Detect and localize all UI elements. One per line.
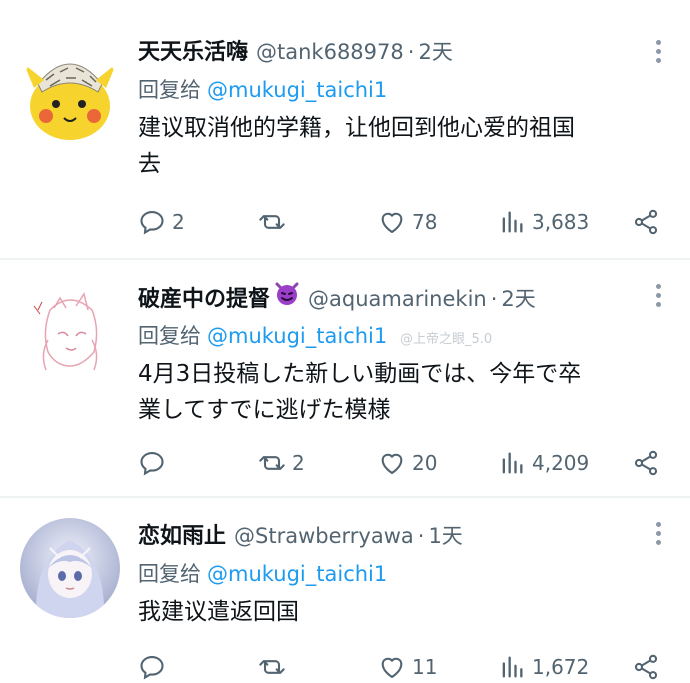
share-button[interactable] (632, 650, 660, 683)
separator-dot: · (407, 40, 415, 64)
reply-mention-link[interactable]: @mukugi_taichi1 (207, 78, 387, 102)
reply-context: 回复给 @mukugi_taichi1 @上帝之眼_5.0 (138, 320, 662, 352)
retweet-icon (259, 660, 285, 674)
tweet-text-line: 業してすでに逃げた模様 (138, 397, 391, 423)
more-icon[interactable] (654, 284, 662, 314)
tweet-text-line: 我建议遣返回国 (138, 599, 299, 625)
reply-feed: 天天乐活嗨 @tank688978 · 2天 回复给 @mukugi_taichi… (0, 0, 690, 683)
action-bar: 11 1,672 (138, 650, 660, 683)
avatar[interactable] (20, 280, 120, 380)
views-icon (502, 656, 523, 678)
views-icon (502, 452, 523, 474)
like-count: 78 (412, 210, 438, 234)
reply-icon (140, 656, 164, 680)
share-button[interactable] (632, 205, 660, 239)
views-button[interactable]: 3,683 (498, 205, 589, 239)
separator-dot: · (417, 524, 425, 548)
anime-girl-avatar-icon (20, 518, 120, 618)
timestamp[interactable]: 1天 (428, 520, 462, 550)
retweet-button[interactable] (258, 205, 292, 239)
reply-prefix: 回复给 (138, 78, 201, 102)
tweet-text: 4月3日投稿した新しい動画では、今年で卒 業してすでに逃げた模様 (138, 356, 662, 428)
avatar[interactable] (20, 44, 120, 144)
view-count: 1,672 (532, 655, 590, 679)
like-count: 11 (412, 655, 438, 679)
tweet-text: 我建议遣返回国 (138, 594, 662, 630)
share-icon (634, 209, 658, 235)
retweet-icon (259, 215, 285, 229)
share-button[interactable] (632, 446, 660, 480)
views-button[interactable]: 1,672 (498, 650, 589, 683)
action-bar: 2 78 3,683 (138, 205, 660, 239)
tweet-text-line: 4月3日投稿した新しい動画では、今年で卒 (138, 361, 582, 387)
smiling-devil-emoji-icon (275, 282, 299, 305)
user-handle[interactable]: @tank688978 (256, 40, 404, 64)
views-icon (502, 211, 523, 233)
user-handle[interactable]: @aquamarinekin (308, 287, 487, 311)
reply-prefix: 回复给 (138, 324, 201, 348)
retweet-button[interactable]: 2 (258, 446, 305, 480)
share-icon (634, 450, 658, 476)
anime-sketch-avatar-icon (20, 280, 120, 380)
reply-mention-link[interactable]: @mukugi_taichi1 (207, 562, 387, 586)
like-count: 20 (412, 451, 438, 475)
display-name[interactable]: 天天乐活嗨 (138, 34, 248, 66)
like-button[interactable]: 20 (378, 446, 437, 480)
reply-context: 回复给 @mukugi_taichi1 (138, 74, 662, 106)
tweet-text: 建议取消他的学籍，让他回到他心爱的祖国 去 (138, 110, 662, 182)
timestamp[interactable]: 2天 (501, 283, 535, 313)
pikachu-hat-avatar-icon (20, 44, 120, 144)
more-icon[interactable] (654, 40, 662, 70)
retweet-count: 2 (292, 451, 305, 475)
reply-prefix: 回复给 (138, 562, 201, 586)
views-button[interactable]: 4,209 (498, 446, 589, 480)
share-icon (634, 654, 658, 680)
reply-context: 回复给 @mukugi_taichi1 (138, 558, 662, 590)
timestamp[interactable]: 2天 (418, 36, 452, 66)
tweet-1[interactable]: 天天乐活嗨 @tank688978 · 2天 回复给 @mukugi_taichi… (0, 0, 690, 258)
separator-dot: · (490, 287, 498, 311)
tweet-text-line: 去 (138, 151, 161, 177)
watermark: @上帝之眼_5.0 (399, 332, 493, 347)
like-icon (381, 453, 403, 474)
more-icon[interactable] (654, 522, 662, 552)
tweet-3[interactable]: 恋如雨止 @Strawberryawa · 1天 回复给 @mukugi_taic… (0, 496, 690, 683)
view-count: 3,683 (532, 210, 590, 234)
reply-button[interactable] (138, 650, 172, 683)
tweet-2[interactable]: 破産中の提督 @aquamarinekin · 2天 回复给 @mukugi_ta… (0, 258, 690, 496)
action-bar: 2 20 4,209 (138, 446, 660, 480)
reply-mention-link[interactable]: @mukugi_taichi1 (207, 324, 387, 348)
view-count: 4,209 (532, 451, 590, 475)
retweet-icon (259, 456, 285, 470)
reply-button[interactable] (138, 446, 172, 480)
like-icon (381, 212, 403, 233)
avatar[interactable] (20, 518, 120, 618)
display-name[interactable]: 破産中の提督 (138, 281, 270, 313)
reply-count: 2 (172, 210, 185, 234)
like-button[interactable]: 11 (378, 650, 437, 683)
retweet-button[interactable] (258, 650, 292, 683)
like-button[interactable]: 78 (378, 205, 437, 239)
reply-button[interactable]: 2 (138, 205, 185, 239)
reply-icon (140, 452, 164, 476)
user-handle[interactable]: @Strawberryawa (234, 524, 414, 548)
reply-icon (140, 211, 164, 235)
like-icon (381, 657, 403, 678)
tweet-text-line: 建议取消他的学籍，让他回到他心爱的祖国 (138, 115, 575, 141)
display-name[interactable]: 恋如雨止 (138, 518, 226, 550)
